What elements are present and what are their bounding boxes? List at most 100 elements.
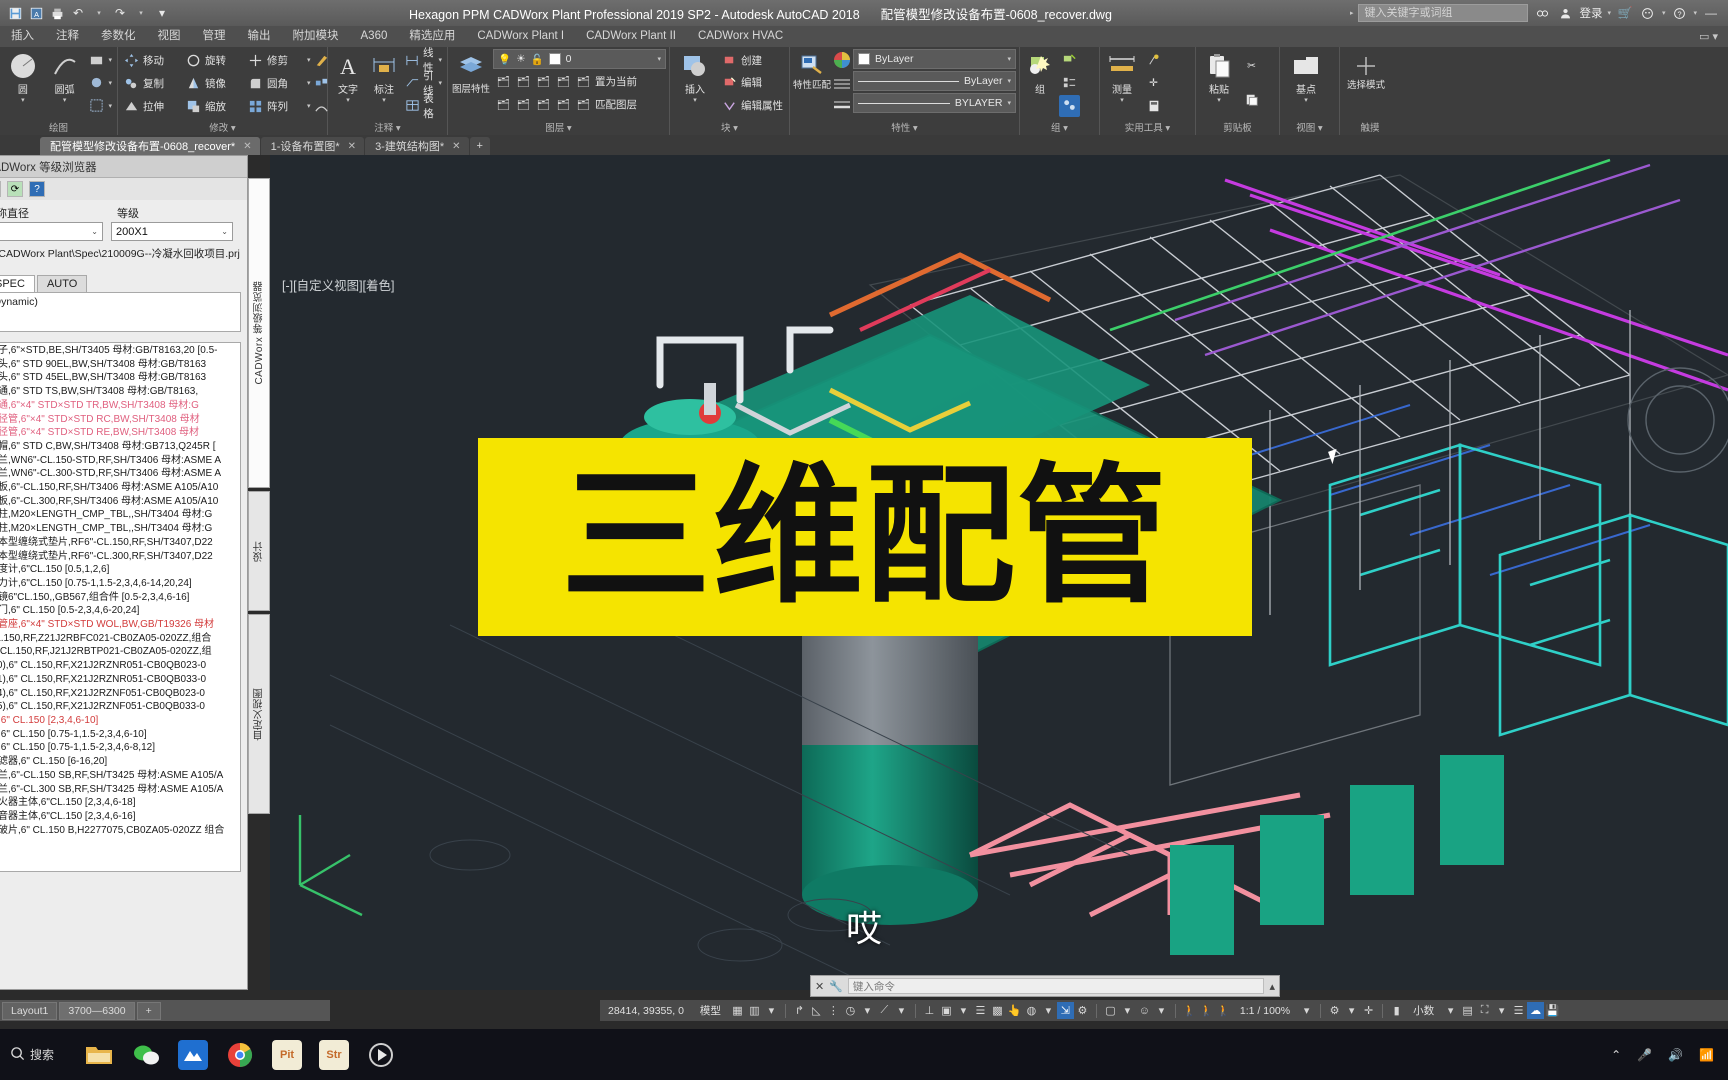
- vertical-tab-spec-browser[interactable]: CADWorx 等级浏览器: [248, 178, 270, 488]
- list-item[interactable]: 阀,6" CL.150 [2,3,4,6-10]: [0, 714, 238, 728]
- search-input[interactable]: 键入关键字或词组: [1358, 4, 1529, 22]
- rotate-button[interactable]: 旋转: [183, 49, 245, 71]
- viewcube-dropdown-icon[interactable]: ▾: [1119, 1002, 1136, 1019]
- wrench-icon[interactable]: 🔧: [829, 980, 843, 993]
- paste-button[interactable]: 粘贴 ▾: [1199, 49, 1239, 104]
- undo-icon[interactable]: ↶: [69, 4, 87, 22]
- annotation-scale-dropdown-icon[interactable]: ▾: [1298, 1002, 1315, 1019]
- spec-tab-auto[interactable]: AUTO: [36, 275, 88, 292]
- circle-dropdown-icon[interactable]: ▾: [21, 96, 25, 104]
- chevron-up-icon[interactable]: ⌃: [1611, 1048, 1621, 1062]
- layer-dropdown-icon[interactable]: ▾: [657, 55, 661, 63]
- command-input[interactable]: 键入命令: [847, 978, 1265, 994]
- document-tab-1[interactable]: 1-设备布置图* ✕: [260, 137, 365, 155]
- text-dropdown-icon[interactable]: ▾: [346, 96, 350, 104]
- microphone-icon[interactable]: 🎤: [1637, 1048, 1652, 1062]
- list-item[interactable]: 弯头,6" STD 90EL,BW,SH/T3408 母材:GB/T8163: [0, 358, 238, 372]
- transparency-icon[interactable]: ▩: [989, 1002, 1006, 1019]
- ribbon-tab-6[interactable]: 附加模块: [282, 26, 350, 47]
- group-button[interactable]: 组: [1023, 49, 1057, 96]
- list-item[interactable]: 阀门,6" CL.150 [0.5-2,3,4,6-20,24]: [0, 604, 238, 618]
- size-select[interactable]: ⌄: [0, 222, 103, 241]
- base-point-button[interactable]: 基点 ▾: [1283, 49, 1329, 104]
- ribbon-tab-3[interactable]: 视图: [147, 26, 192, 47]
- sun-icon[interactable]: ☀: [516, 53, 525, 65]
- region-button[interactable]: ▾: [86, 95, 114, 117]
- vertical-tab-custom-view[interactable]: 自定义视图: [248, 614, 270, 814]
- list-item[interactable]: 法兰,WN6"-CL.150-STD,RF,SH/T3406 母材:ASME A: [0, 454, 238, 468]
- gear-dropdown-icon[interactable]: ▾: [1343, 1002, 1360, 1019]
- units-dropdown-icon[interactable]: ▾: [1442, 1002, 1459, 1019]
- rectangle-dropdown-icon[interactable]: ▾: [108, 56, 112, 64]
- list-item[interactable]: 异径管,6"×4" STD×STD RE,BW,SH/T3408 母材: [0, 426, 238, 440]
- dyn-icon[interactable]: ▣: [938, 1002, 955, 1019]
- list-item[interactable]: 管帽,6" STD C,BW,SH/T3408 母材:GB713,Q245R [: [0, 440, 238, 454]
- dimension-dropdown-icon[interactable]: ▾: [382, 96, 386, 104]
- list-item[interactable]: 阀,6" CL.150 [0.75-1,1.5-2,3,4,6-8,12]: [0, 741, 238, 755]
- help-dropdown-icon[interactable]: ▾: [1693, 9, 1697, 17]
- layer-thaw-icon[interactable]: 🗂: [535, 96, 552, 113]
- save-as-icon[interactable]: A: [27, 4, 45, 22]
- list-item[interactable]: 螺柱,M20×LENGTH_CMP_TBL,,SH/T3404 母材:G: [0, 522, 238, 536]
- close-icon[interactable]: ✕: [452, 141, 460, 152]
- list-item[interactable]: 三通,6"×4" STD×STD TR,BW,SH/T3408 母材:G: [0, 399, 238, 413]
- help-icon[interactable]: ?: [1670, 4, 1688, 22]
- cart-icon[interactable]: 🛒: [1616, 4, 1634, 22]
- hardware-accel-icon[interactable]: ▤: [1459, 1002, 1476, 1019]
- trim-button[interactable]: 修剪: [245, 49, 307, 71]
- dimension-button[interactable]: 标注 ▾: [367, 49, 401, 104]
- list-item[interactable]: 温度计,6"CL.150 [0.5,1,2,6]: [0, 563, 238, 577]
- list-item[interactable]: 阀,6" CL.150 [0.75-1,1.5-2,3,4,6-10]: [0, 728, 238, 742]
- array-button[interactable]: 阵列: [245, 95, 307, 117]
- layout-tab-1[interactable]: 3700—6300: [59, 1001, 135, 1020]
- clean-screen-dropdown-icon[interactable]: ▾: [1493, 1002, 1510, 1019]
- annotation-scale-person3-icon[interactable]: 🚶: [1215, 1002, 1232, 1019]
- base-point-dropdown-icon[interactable]: ▾: [1304, 96, 1308, 104]
- ribbon-tab-8[interactable]: 精选应用: [398, 26, 466, 47]
- ribbon-tab-4[interactable]: 管理: [192, 26, 237, 47]
- ribbon-tab-9[interactable]: CADWorx Plant I: [466, 26, 575, 47]
- layer-off-icon[interactable]: 🗂: [495, 73, 512, 90]
- text-button[interactable]: A 文字 ▾: [331, 49, 365, 104]
- undo-dropdown-icon[interactable]: ▾: [90, 4, 108, 22]
- expand-history-icon[interactable]: ▴: [1269, 980, 1275, 993]
- redo-dropdown-icon[interactable]: ▾: [132, 4, 150, 22]
- str-app-icon[interactable]: Str: [319, 1039, 350, 1070]
- group-selection-toggle[interactable]: [1059, 94, 1080, 117]
- layer-selector[interactable]: 💡 ☀ 🔓 0 ▾: [493, 49, 666, 69]
- ducs-icon[interactable]: ⊥: [921, 1002, 938, 1019]
- annotation-dropdown-icon[interactable]: ▾: [1040, 1002, 1057, 1019]
- list-item[interactable]: 弯头,6" STD 45EL,BW,SH/T3408 母材:GB/T8163: [0, 371, 238, 385]
- list-item[interactable]: 盲板,6"-CL.300,RF,SH/T3406 母材:ASME A105/A1…: [0, 495, 238, 509]
- account-icon[interactable]: [1556, 4, 1574, 22]
- isolate-objects-icon[interactable]: ✛: [1360, 1002, 1377, 1019]
- ortho-icon[interactable]: ◺: [808, 1002, 825, 1019]
- layer-make-current-icon[interactable]: 🗂: [575, 73, 592, 90]
- layer-previous-icon[interactable]: 🗂: [575, 96, 592, 113]
- scale-button[interactable]: 缩放: [183, 95, 245, 117]
- mirror-button[interactable]: 镜像: [183, 72, 245, 94]
- help-icon[interactable]: ?: [29, 181, 45, 197]
- annotation-scale-person-icon[interactable]: 🚶: [1181, 1002, 1198, 1019]
- search-expand-icon[interactable]: ▸: [1350, 9, 1354, 17]
- fillet-button[interactable]: 圆角: [245, 72, 307, 94]
- list-item[interactable]: 管子,6"×STD,BE,SH/T3405 母材:GB/T8163,20 [0.…: [0, 344, 238, 358]
- list-item[interactable]: CL.150,RF,Z21J2RBFC021-CB0ZA05-020ZZ,组合: [0, 632, 238, 646]
- ribbon-tab-0[interactable]: 插入: [0, 26, 45, 47]
- insert-block-button[interactable]: 插入 ▾: [673, 49, 717, 104]
- layout-tab-0[interactable]: Layout1: [2, 1001, 58, 1020]
- lineweight-icon[interactable]: ☰: [972, 1002, 989, 1019]
- region-dropdown-icon[interactable]: ▾: [108, 102, 112, 110]
- unlock-icon[interactable]: 🔓: [531, 53, 544, 66]
- autosave-icon[interactable]: 💾: [1544, 1002, 1561, 1019]
- list-item[interactable]: (20),6" CL.150,RF,X21J2RZNR051-CB0QB023-…: [0, 659, 238, 673]
- list-item[interactable]: 基本型缠绕式垫片,RF6"-CL.300,RF,SH/T3407,D22: [0, 550, 238, 564]
- list-item[interactable]: 盲板,6"-CL.150,RF,SH/T3406 母材:ASME A105/A1…: [0, 481, 238, 495]
- copy-button[interactable]: 复制: [121, 72, 183, 94]
- vertical-tab-design[interactable]: 设计: [248, 491, 270, 611]
- table-button[interactable]: 表格: [403, 93, 444, 120]
- quick-calc-icon-button[interactable]: [1143, 49, 1164, 71]
- signin-dropdown-icon[interactable]: ▾: [1607, 9, 1611, 17]
- hand-icon[interactable]: ✋: [0, 181, 1, 197]
- dyn-dropdown-icon[interactable]: ▾: [955, 1002, 972, 1019]
